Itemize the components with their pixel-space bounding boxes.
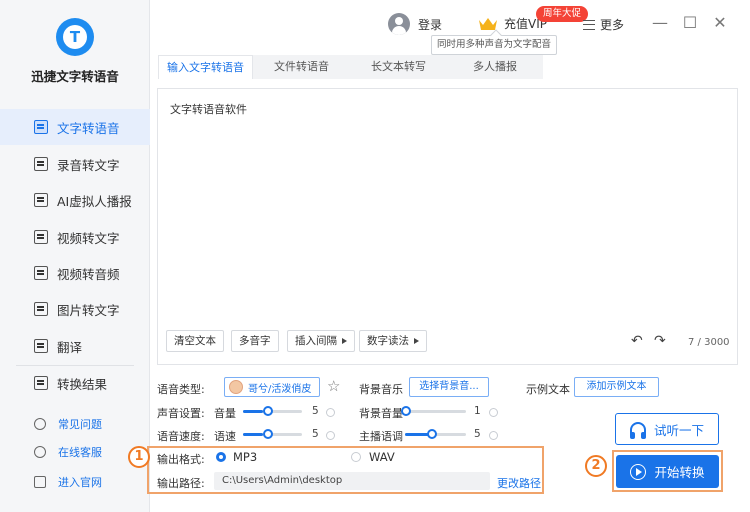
speed-settings-label: 语音速度: bbox=[157, 430, 205, 443]
sidebar-item-recording-to-text[interactable]: 录音转文字 bbox=[0, 146, 150, 182]
volume-label: 音量 bbox=[214, 407, 236, 420]
bg-volume-label: 背景音量 bbox=[359, 407, 403, 420]
output-path-field[interactable]: C:\Users\Admin\desktop bbox=[214, 472, 490, 490]
sidebar-item-translate[interactable]: 翻译 bbox=[0, 328, 150, 364]
volume-slider-fill bbox=[243, 410, 264, 413]
star-icon: ☆ bbox=[327, 377, 341, 395]
bg-volume-value: 1 bbox=[474, 405, 481, 417]
tab-multi-speaker[interactable]: 多人播报 bbox=[447, 55, 543, 79]
change-path-link[interactable]: 更改路径 bbox=[497, 475, 541, 491]
close-button[interactable]: ✕ bbox=[711, 13, 729, 33]
volume-slider-knob[interactable] bbox=[263, 406, 273, 416]
sidebar-item-image-to-text[interactable]: 图片转文字 bbox=[0, 291, 150, 327]
maximize-button[interactable]: ☐ bbox=[681, 13, 699, 33]
recording-icon bbox=[34, 157, 48, 171]
text-editor[interactable] bbox=[157, 88, 738, 365]
tab-long-text[interactable]: 长文本转写 bbox=[350, 55, 447, 79]
close-icon: ✕ bbox=[713, 13, 727, 32]
pitch-slider-fill bbox=[405, 433, 430, 436]
pitch-value: 5 bbox=[474, 428, 481, 440]
online-support-link[interactable]: 在线客服 bbox=[0, 438, 150, 466]
vip-tooltip: 同时用多种声音为文字配音 bbox=[431, 35, 557, 55]
arrow-right-icon bbox=[414, 338, 419, 344]
bg-volume-slider-track[interactable] bbox=[405, 410, 466, 413]
undo-icon: ↶ bbox=[631, 333, 643, 349]
step-marker-2: 2 bbox=[585, 455, 607, 477]
text-to-speech-icon bbox=[34, 120, 48, 134]
voice-settings-label: 声音设置: bbox=[157, 407, 205, 420]
example-text-label: 示例文本 bbox=[526, 383, 570, 396]
select-bg-music-button[interactable]: 选择背景音... bbox=[409, 377, 489, 397]
ai-avatar-icon bbox=[34, 193, 48, 207]
voice-avatar bbox=[229, 380, 243, 394]
bg-volume-slider-knob[interactable] bbox=[401, 406, 411, 416]
speed-slider-fill bbox=[243, 433, 264, 436]
sidebar-item-video-to-text[interactable]: 视频转文字 bbox=[0, 219, 150, 255]
play-icon bbox=[630, 463, 647, 480]
sidebar-item-video-to-audio[interactable]: 视频转音频 bbox=[0, 255, 150, 291]
bg-volume-reset-icon[interactable] bbox=[489, 408, 498, 417]
voice-type-label: 语音类型: bbox=[157, 383, 205, 396]
pitch-reset-icon[interactable] bbox=[489, 431, 498, 440]
redo-button[interactable]: ↷ bbox=[654, 333, 666, 349]
login-button[interactable]: 登录 bbox=[388, 13, 442, 35]
help-icon bbox=[34, 418, 46, 430]
start-conversion-button[interactable]: 开始转换 bbox=[616, 455, 719, 488]
menu-icon bbox=[583, 19, 595, 30]
format-mp3-radio[interactable] bbox=[216, 452, 226, 462]
maximize-icon: ☐ bbox=[682, 13, 698, 32]
listen-button[interactable]: 试听一下 bbox=[615, 413, 719, 445]
redo-icon: ↷ bbox=[654, 333, 666, 349]
video-text-icon bbox=[34, 230, 48, 244]
official-site-link[interactable]: 进入官网 bbox=[0, 468, 150, 496]
tab-input-text[interactable]: 输入文字转语音 bbox=[158, 55, 253, 79]
headset-icon bbox=[34, 446, 46, 458]
undo-button[interactable]: ↶ bbox=[631, 333, 643, 349]
clear-text-button[interactable]: 清空文本 bbox=[166, 330, 224, 352]
insert-pause-button[interactable]: 插入间隔 bbox=[287, 330, 355, 352]
headphones-icon bbox=[629, 422, 646, 439]
logo-t-icon: T bbox=[63, 25, 87, 49]
app-logo: T bbox=[56, 18, 94, 56]
pitch-slider-knob[interactable] bbox=[427, 429, 437, 439]
volume-value: 5 bbox=[312, 405, 319, 417]
promo-badge: 周年大促 bbox=[536, 6, 589, 22]
volume-reset-icon[interactable] bbox=[326, 408, 335, 417]
sidebar-item-results[interactable]: 转换结果 bbox=[0, 365, 150, 401]
user-icon bbox=[388, 13, 410, 35]
pitch-label: 主播语调 bbox=[359, 430, 403, 443]
format-wav-radio[interactable] bbox=[351, 452, 361, 462]
result-icon bbox=[34, 376, 48, 390]
format-wav-label[interactable]: WAV bbox=[369, 450, 395, 464]
arrow-right-icon bbox=[342, 338, 347, 344]
sidebar-item-ai-avatar[interactable]: AI虚拟人播报 bbox=[0, 182, 150, 218]
minimize-button[interactable]: — bbox=[651, 13, 669, 33]
number-reading-button[interactable]: 数字读法 bbox=[359, 330, 427, 352]
translate-icon bbox=[34, 339, 48, 353]
monitor-icon bbox=[34, 476, 46, 488]
speed-label: 语速 bbox=[214, 430, 236, 443]
voice-select-button[interactable]: 哥兮/活泼俏皮 bbox=[224, 377, 320, 397]
speed-reset-icon[interactable] bbox=[326, 431, 335, 440]
favorite-button[interactable]: ☆ bbox=[327, 377, 340, 395]
editor-content[interactable]: 文字转语音软件 bbox=[170, 101, 247, 117]
image-text-icon bbox=[34, 302, 48, 316]
char-counter: 7 / 3000 bbox=[688, 337, 730, 348]
speed-value: 5 bbox=[312, 428, 319, 440]
minimize-icon: — bbox=[652, 13, 668, 32]
output-format-label: 输出格式: bbox=[157, 453, 205, 466]
output-path-label: 输出路径: bbox=[157, 477, 205, 490]
polyphone-button[interactable]: 多音字 bbox=[231, 330, 279, 352]
bg-music-label: 背景音乐 bbox=[359, 383, 403, 396]
format-mp3-label[interactable]: MP3 bbox=[233, 450, 257, 464]
video-audio-icon bbox=[34, 266, 48, 280]
help-link[interactable]: 常见问题 bbox=[0, 410, 150, 438]
step-marker-1: 1 bbox=[128, 446, 150, 468]
app-name: 迅捷文字转语音 bbox=[31, 69, 119, 84]
add-example-button[interactable]: 添加示例文本 bbox=[574, 377, 659, 397]
tab-file-to-speech[interactable]: 文件转语音 bbox=[253, 55, 350, 79]
more-menu-button[interactable]: 更多 bbox=[583, 16, 624, 33]
sidebar-item-text-to-speech[interactable]: 文字转语音 bbox=[0, 109, 150, 145]
speed-slider-knob[interactable] bbox=[263, 429, 273, 439]
